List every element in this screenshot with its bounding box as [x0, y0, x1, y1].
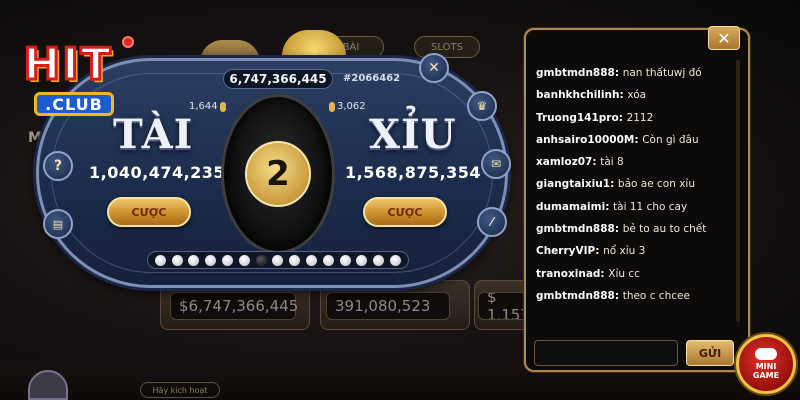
- chat-message: xamloz07: tài 8: [536, 156, 624, 169]
- chat-icon: ✉: [490, 157, 502, 171]
- xiu-label: XỈU: [369, 111, 457, 158]
- jackpot-value: $6,747,366,445: [170, 292, 298, 320]
- chat-username[interactable]: CherryVIP: [536, 245, 595, 257]
- lobby-tab-slots[interactable]: SLOTS: [414, 36, 480, 58]
- dice-bowl: 2: [221, 94, 335, 254]
- countdown-timer: 2: [245, 141, 311, 207]
- jackpot-value: $ 1,157: [478, 292, 528, 320]
- history-dot: [188, 254, 200, 266]
- chat-message: Truong141pro: 2112: [536, 111, 654, 124]
- mini-game-button[interactable]: MINI GAME: [736, 334, 796, 394]
- activate-button[interactable]: Hãy kích hoạt: [140, 382, 220, 398]
- chat-text: 2112: [626, 111, 654, 124]
- history-dot: [322, 254, 334, 266]
- chat-text: nan thấtuwj đó: [622, 67, 702, 79]
- mute-icon: ⁄: [490, 215, 493, 229]
- xiu-total-bet: 1,568,875,354: [345, 163, 482, 182]
- chat-text: bẻ to au to chết: [622, 223, 707, 236]
- xiu-bettor-count: 3,062: [329, 101, 366, 112]
- sound-toggle-button[interactable]: ⁄: [477, 207, 507, 237]
- question-icon: ?: [53, 158, 63, 174]
- chat-message: banhkhchilinh: xóa: [536, 89, 647, 102]
- history-dot: [171, 254, 183, 266]
- history-dot: [289, 254, 301, 266]
- chat-message: gmbtmdn888: bẻ to au to chết: [536, 223, 707, 236]
- chat-text: xóa: [627, 89, 647, 102]
- help-button[interactable]: ?: [43, 151, 73, 181]
- history-dot: [255, 254, 267, 266]
- chat-username[interactable]: gmbtmdn888: [536, 223, 615, 235]
- history-dot: [373, 254, 385, 266]
- lobby-tab-label: SLOTS: [431, 41, 463, 53]
- mini-game-label: GAME: [752, 371, 780, 380]
- person-icon: [329, 101, 335, 112]
- history-dot: [390, 254, 402, 266]
- close-icon: ✕: [428, 60, 440, 76]
- chat-username[interactable]: tranoxinad: [536, 268, 600, 280]
- chat-message: gmbtmdn888: nan thấtuwj đó: [536, 67, 702, 79]
- mini-game-label: MINI: [755, 362, 777, 371]
- xiu-bet-button[interactable]: CƯỢC: [363, 197, 447, 227]
- chat-input[interactable]: [534, 340, 678, 366]
- history-dot: [205, 254, 217, 266]
- document-icon: ▤: [52, 217, 64, 231]
- chat-message: tranoxinad: Xỉu cc: [536, 267, 640, 280]
- chat-text: Xỉu cc: [608, 267, 640, 280]
- logo-title: HIT: [22, 38, 113, 91]
- chat-scrollbar[interactable]: [736, 60, 740, 322]
- chat-username[interactable]: dumamaimi: [536, 201, 605, 213]
- close-icon: ✕: [717, 28, 731, 48]
- chat-username[interactable]: Truong141pro: [536, 112, 619, 124]
- trophy-icon: ♛: [476, 99, 488, 113]
- notification-dot-icon: [122, 36, 134, 48]
- chat-text: theo c chcee: [622, 289, 690, 302]
- chat-message-list[interactable]: gmbtmdn888: nan thấtuwj đó banhkhchilinh:…: [536, 62, 736, 362]
- close-board-button[interactable]: ✕: [419, 53, 449, 83]
- chat-username[interactable]: banhkhchilinh: [536, 89, 619, 101]
- chat-username[interactable]: gmbtmdn888: [536, 67, 615, 79]
- history-dot: [222, 254, 234, 266]
- gamepad-icon: [755, 348, 777, 360]
- history-dot: [339, 254, 351, 266]
- chat-text: bảo ae con xỉu: [617, 178, 695, 191]
- history-dot: [154, 254, 166, 266]
- chat-text: Còn gì đâu: [642, 133, 699, 146]
- history-button[interactable]: ▤: [43, 209, 73, 239]
- chat-username[interactable]: giangtaixiu1: [536, 178, 610, 190]
- chat-panel: gmbtmdn888: nan thấtuwj đó banhkhchilinh:…: [524, 28, 750, 372]
- chat-toggle-button[interactable]: ✉: [481, 149, 511, 179]
- history-dot: [272, 254, 284, 266]
- chat-message: anhsairo10000M: Còn gì đâu: [536, 133, 699, 146]
- logo-subtitle: .CLUB: [34, 92, 114, 116]
- chat-username[interactable]: xamloz07: [536, 156, 592, 168]
- chat-message: giangtaixiu1: bảo ae con xỉu: [536, 178, 695, 191]
- total-jackpot: 6,747,366,445: [223, 69, 333, 89]
- history-dot: [238, 254, 250, 266]
- person-icon: [219, 101, 226, 112]
- result-history: [147, 251, 409, 269]
- chat-text: tài 8: [600, 156, 624, 169]
- chat-close-button[interactable]: ✕: [708, 26, 740, 50]
- leaderboard-button[interactable]: ♛: [467, 91, 497, 121]
- chat-message: dumamaimi: tài 11 cho cay: [536, 200, 688, 213]
- chat-message: gmbtmdn888: theo c chcee: [536, 289, 690, 302]
- tai-bet-button[interactable]: CƯỢC: [107, 197, 191, 227]
- jackpot-value: 391,080,523: [326, 292, 450, 320]
- history-dot: [306, 254, 318, 266]
- xiu-bettor-value: 3,062: [337, 101, 366, 112]
- chat-message: CherryVIP: nổ xỉu 3: [536, 245, 646, 258]
- session-id: #2066462: [343, 73, 401, 84]
- history-dot: [356, 254, 368, 266]
- chat-text: tài 11 cho cay: [613, 200, 688, 213]
- tai-bettor-count: 1,644: [189, 101, 226, 112]
- chat-username[interactable]: gmbtmdn888: [536, 290, 615, 302]
- chat-send-button[interactable]: GỬI: [686, 340, 734, 366]
- chat-text: nổ xỉu 3: [603, 245, 646, 258]
- chat-username[interactable]: anhsairo10000M: [536, 134, 634, 146]
- tai-total-bet: 1,040,474,235: [89, 163, 226, 182]
- hitclub-logo: HIT .CLUB: [4, 36, 134, 124]
